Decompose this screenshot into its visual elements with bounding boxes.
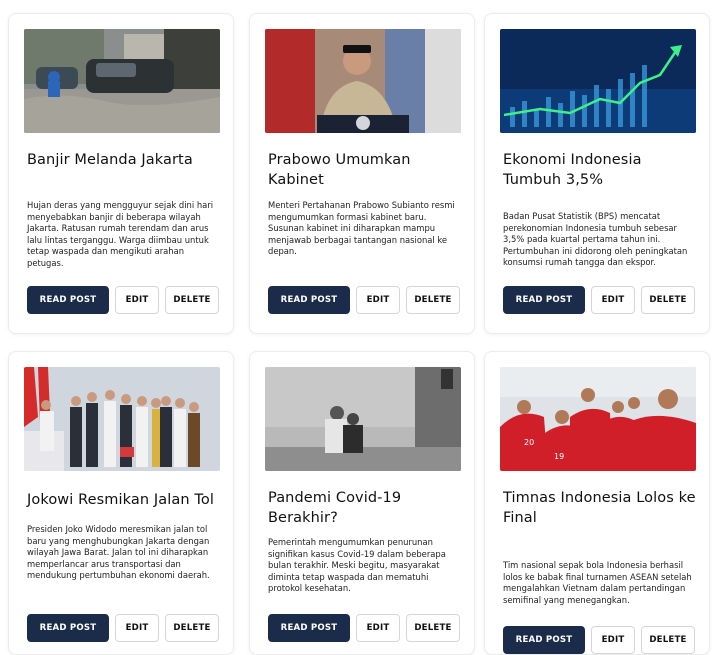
delete-button[interactable]: DELETE xyxy=(641,286,695,314)
post-title: Timnas Indonesia Lolos ke Final xyxy=(503,490,696,526)
read-post-button[interactable]: READ POST xyxy=(27,614,109,642)
delete-button[interactable]: DELETE xyxy=(406,286,460,314)
edit-button[interactable]: EDIT xyxy=(115,286,159,314)
delete-button[interactable]: DELETE xyxy=(165,614,219,642)
delete-button[interactable]: DELETE xyxy=(165,286,219,314)
post-description: Hujan deras yang mengguyur sejak dini ha… xyxy=(27,200,214,268)
post-description: Tim nasional sepak bola Indonesia berhas… xyxy=(503,560,692,605)
post-description: Badan Pusat Statistik (BPS) mencatat per… xyxy=(503,211,688,268)
stock-chart-photo xyxy=(500,29,696,133)
post-card: Ekonomi Indonesia Tumbuh 3,5% Badan Pusa… xyxy=(484,13,710,334)
post-card: Jokowi Resmikan Jalan Tol Presiden Joko … xyxy=(8,351,234,655)
svg-text:20: 20 xyxy=(524,438,534,447)
delete-button[interactable]: DELETE xyxy=(406,614,460,642)
edit-button[interactable]: EDIT xyxy=(591,626,635,654)
delete-button[interactable]: DELETE xyxy=(641,626,695,654)
post-card: 20 19 Timnas Indonesia Lolos ke Final Tim… xyxy=(484,351,710,655)
post-description: Menteri Pertahanan Prabowo Subianto resm… xyxy=(268,200,455,257)
post-title: Ekonomi Indonesia Tumbuh 3,5% xyxy=(503,152,642,188)
football-team-photo: 20 19 xyxy=(500,367,696,471)
post-card: Pandemi Covid-19 Berakhir? Pemerintah me… xyxy=(249,351,475,655)
read-post-button[interactable]: READ POST xyxy=(503,286,585,314)
people-masks-photo xyxy=(265,367,461,471)
ribbon-cutting-photo xyxy=(24,367,220,471)
post-title: Jokowi Resmikan Jalan Tol xyxy=(27,492,214,508)
flood-photo xyxy=(24,29,220,133)
post-card: Prabowo Umumkan Kabinet Menteri Pertahan… xyxy=(249,13,475,334)
read-post-button[interactable]: READ POST xyxy=(27,286,109,314)
post-description: Presiden Joko Widodo meresmikan jalan to… xyxy=(27,524,210,581)
post-card: Banjir Melanda Jakarta Hujan deras yang … xyxy=(8,13,234,334)
svg-text:19: 19 xyxy=(554,452,564,461)
post-title: Banjir Melanda Jakarta xyxy=(27,152,193,168)
edit-button[interactable]: EDIT xyxy=(356,286,400,314)
edit-button[interactable]: EDIT xyxy=(115,614,159,642)
read-post-button[interactable]: READ POST xyxy=(268,614,350,642)
edit-button[interactable]: EDIT xyxy=(591,286,635,314)
edit-button[interactable]: EDIT xyxy=(356,614,400,642)
politician-speech-photo xyxy=(265,29,461,133)
read-post-button[interactable]: READ POST xyxy=(268,286,350,314)
post-title: Prabowo Umumkan Kabinet xyxy=(268,152,411,188)
read-post-button[interactable]: READ POST xyxy=(503,626,585,654)
post-description: Pemerintah mengumumkan penurunan signifi… xyxy=(268,537,446,594)
post-title: Pandemi Covid-19 Berakhir? xyxy=(268,490,402,526)
